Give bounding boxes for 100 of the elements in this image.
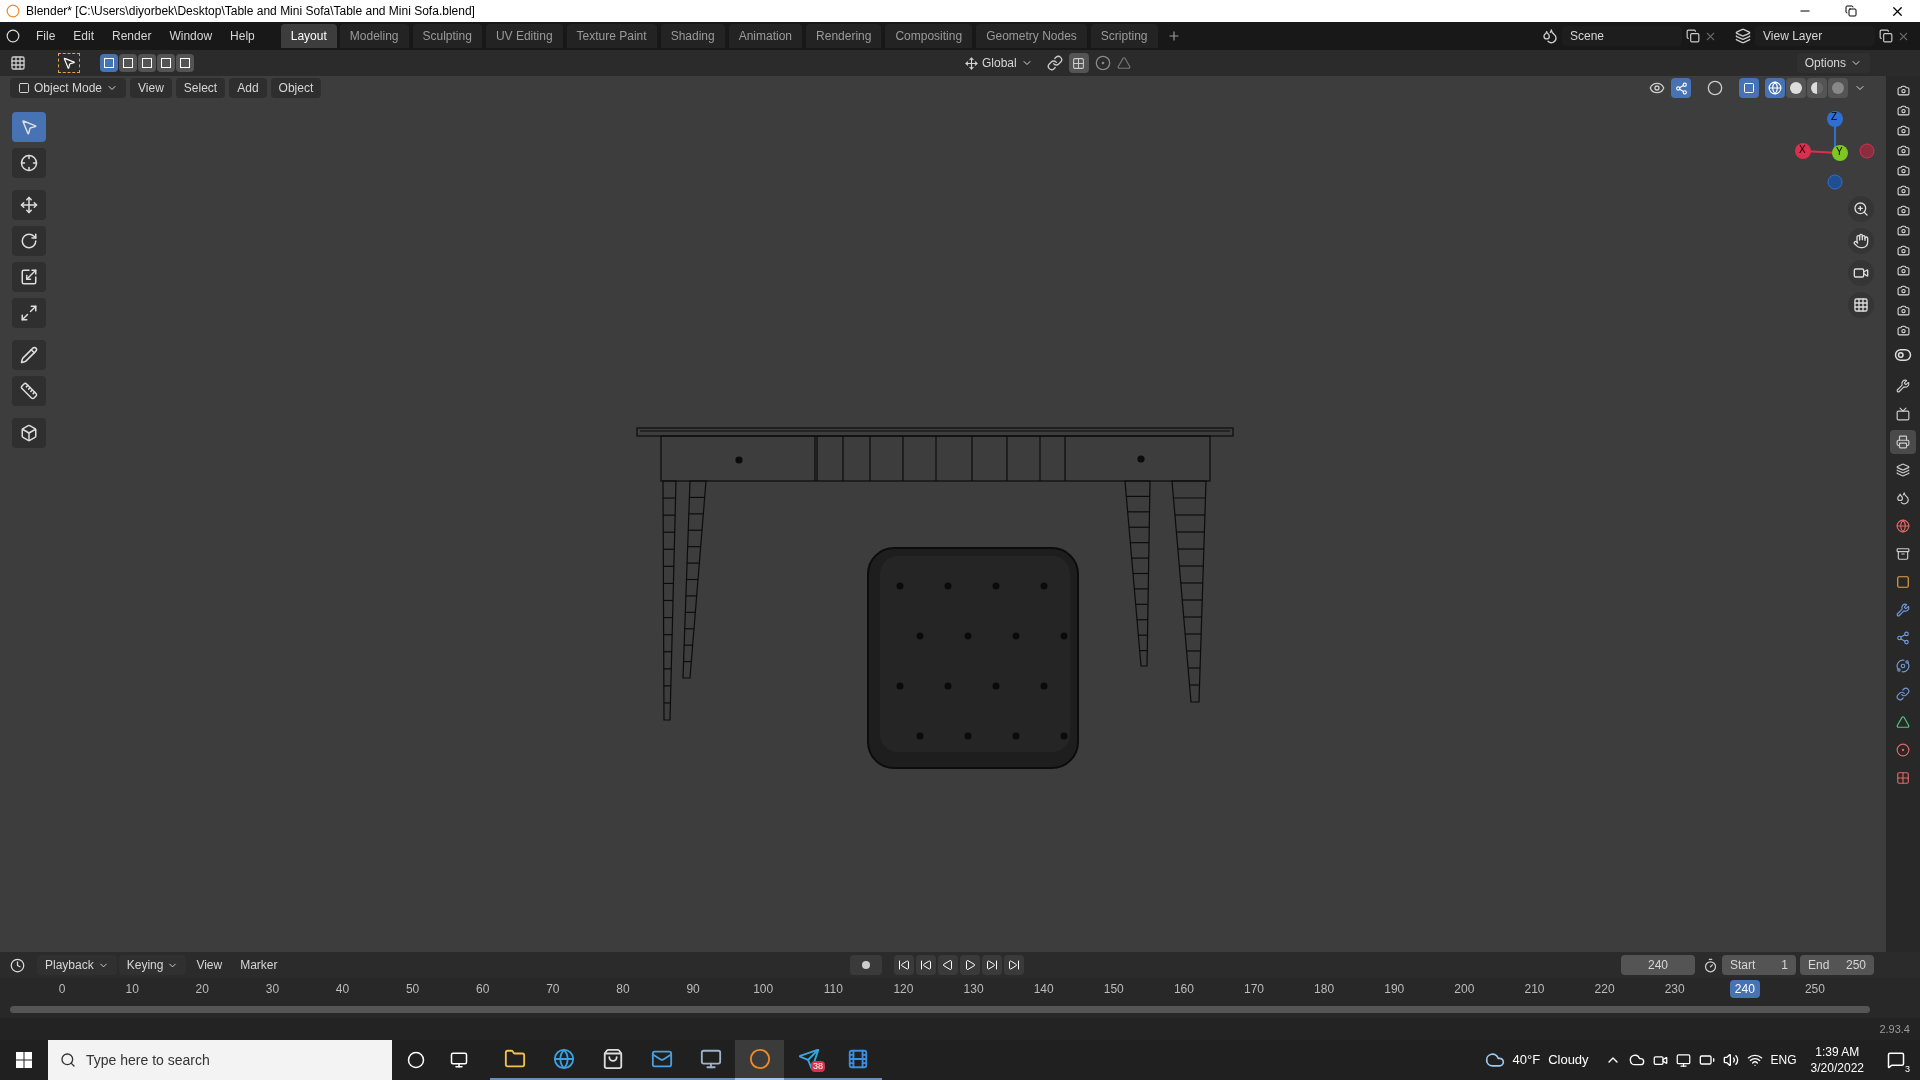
pivot-icon[interactable]	[1046, 55, 1063, 71]
current-frame-field[interactable]: 240	[1621, 955, 1695, 975]
camera-icon[interactable]	[1896, 264, 1910, 277]
workspace-tab[interactable]: Animation	[728, 24, 803, 48]
workspace-tab[interactable]: Rendering	[806, 24, 882, 48]
menu-item[interactable]: File	[28, 26, 64, 46]
gizmo-toggle[interactable]	[1671, 78, 1691, 98]
start-frame-field[interactable]: Start 1	[1722, 955, 1796, 975]
falloff-icon[interactable]	[1116, 56, 1131, 70]
select-box-icon[interactable]	[12, 112, 46, 142]
timeline-editor-icon[interactable]	[10, 957, 25, 973]
next-keyframe-icon[interactable]	[982, 955, 1002, 975]
action-center-button[interactable]: 3	[1878, 1042, 1914, 1078]
scene-field[interactable]: Scene	[1562, 26, 1682, 46]
new-scene-icon[interactable]	[1686, 29, 1700, 43]
camera-icon[interactable]	[1896, 284, 1910, 297]
material-shading-icon[interactable]	[1807, 78, 1827, 98]
object-mode-dropdown[interactable]: Object Mode	[10, 78, 127, 98]
camera-icon[interactable]	[1896, 324, 1910, 337]
clock[interactable]: 1:39 AM 3/20/2022	[1810, 1044, 1864, 1076]
menu-item[interactable]: Help	[222, 26, 263, 46]
display-icon[interactable]	[1675, 1052, 1691, 1068]
wifi-icon[interactable]	[1746, 1052, 1763, 1068]
menu-item[interactable]: Edit	[65, 26, 103, 46]
selection-mode-icon[interactable]	[176, 54, 194, 72]
workspace-tab[interactable]: Texture Paint	[566, 24, 657, 48]
selection-mode-icon[interactable]	[138, 54, 156, 72]
camera-icon[interactable]	[1896, 204, 1910, 217]
selection-mode-icon[interactable]	[157, 54, 175, 72]
workspace-tab[interactable]: UV Editing	[485, 24, 563, 48]
telegram-taskbar-button[interactable]: 38	[784, 1040, 833, 1080]
cursor-icon[interactable]	[12, 148, 46, 178]
rotate-icon[interactable]	[12, 226, 46, 256]
camera-icon[interactable]	[1848, 260, 1874, 286]
timeline-menu-item[interactable]: Keying	[118, 955, 187, 975]
add-workspace-icon[interactable]	[1166, 29, 1181, 43]
annotate-icon[interactable]	[12, 340, 46, 370]
proportional-edit-icon[interactable]	[1094, 55, 1111, 71]
workspace-tab[interactable]: Modeling	[339, 24, 409, 48]
transform-icon[interactable]	[12, 298, 46, 328]
workspace-tab[interactable]: Scripting	[1090, 24, 1158, 48]
view-layer-field[interactable]: View Layer	[1755, 26, 1875, 46]
hand-icon[interactable]	[1848, 228, 1874, 254]
add-cube-icon[interactable]	[12, 418, 46, 448]
visibility-icon[interactable]	[1649, 80, 1665, 96]
scale-icon[interactable]	[12, 262, 46, 292]
move-icon[interactable]	[12, 190, 46, 220]
jump-start-icon[interactable]	[894, 955, 914, 975]
timeline-menu-item[interactable]: View	[188, 955, 231, 975]
jump-end-icon[interactable]	[1004, 955, 1024, 975]
previous-keyframe-icon[interactable]	[916, 955, 936, 975]
camera-icon[interactable]	[1896, 244, 1910, 257]
camera-icon[interactable]	[1896, 304, 1910, 317]
play-reverse-icon[interactable]	[938, 955, 958, 975]
timeline-menu-item[interactable]: Marker	[232, 955, 286, 975]
active-tool-icon[interactable]	[58, 53, 80, 73]
end-frame-field[interactable]: End 250	[1800, 955, 1874, 975]
options-dropdown[interactable]: Options	[1796, 53, 1870, 73]
playhead-frame[interactable]: 240	[1729, 980, 1760, 998]
measure-icon[interactable]	[12, 376, 46, 406]
xray-toggle[interactable]	[1739, 78, 1759, 98]
timeline-scrollbar[interactable]	[10, 1005, 1870, 1013]
camera-icon[interactable]	[1896, 104, 1910, 117]
camera-icon[interactable]	[1896, 144, 1910, 157]
overlays-icon[interactable]	[1707, 80, 1723, 96]
solid-shading-icon[interactable]	[1786, 78, 1806, 98]
wireframe-shading-icon[interactable]	[1765, 78, 1785, 98]
viewport-menu-item[interactable]: Select	[175, 78, 226, 98]
language-indicator[interactable]: ENG	[1770, 1051, 1797, 1069]
zoom-icon[interactable]	[1848, 196, 1874, 222]
selection-mode-icon[interactable]	[100, 54, 118, 72]
printer-icon[interactable]	[1890, 430, 1916, 454]
new-view-layer-icon[interactable]	[1879, 29, 1893, 43]
battery-icon[interactable]	[1698, 1052, 1715, 1068]
search-field[interactable]: Type here to search	[48, 1040, 392, 1080]
workspace-tab[interactable]: Compositing	[885, 24, 973, 48]
temperature-label[interactable]: 40°F	[1512, 1050, 1541, 1070]
viewport-menu-item[interactable]: Add	[229, 78, 267, 98]
workspace-tab[interactable]: Sculpting	[412, 24, 482, 48]
view-layer-icon[interactable]	[1735, 28, 1751, 44]
selection-mode-icon[interactable]	[119, 54, 137, 72]
workspace-tab[interactable]: Layout	[280, 24, 337, 48]
weather-label[interactable]: Cloudy	[1548, 1050, 1589, 1070]
camera-icon[interactable]	[1896, 184, 1910, 197]
workspace-tab[interactable]: Shading	[660, 24, 725, 48]
record-button[interactable]	[850, 955, 882, 975]
task-view-icon[interactable]	[450, 1051, 468, 1069]
menu-item[interactable]: Window	[161, 26, 221, 46]
scene-icon[interactable]	[1542, 28, 1558, 44]
timeline-menu-item[interactable]: Playback	[37, 955, 117, 975]
camera-icon[interactable]	[1896, 164, 1910, 177]
camera-icon[interactable]	[1896, 84, 1910, 97]
timer-icon[interactable]	[1703, 957, 1718, 973]
play-icon[interactable]	[960, 955, 980, 975]
snap-toggle[interactable]	[1068, 53, 1089, 73]
toggle-icon[interactable]	[1894, 346, 1912, 364]
axis-gizmo-drawing[interactable]	[1795, 111, 1875, 190]
grid-icon[interactable]	[1848, 292, 1874, 318]
camera-icon[interactable]	[1896, 124, 1910, 137]
volume-icon[interactable]	[1722, 1052, 1739, 1068]
